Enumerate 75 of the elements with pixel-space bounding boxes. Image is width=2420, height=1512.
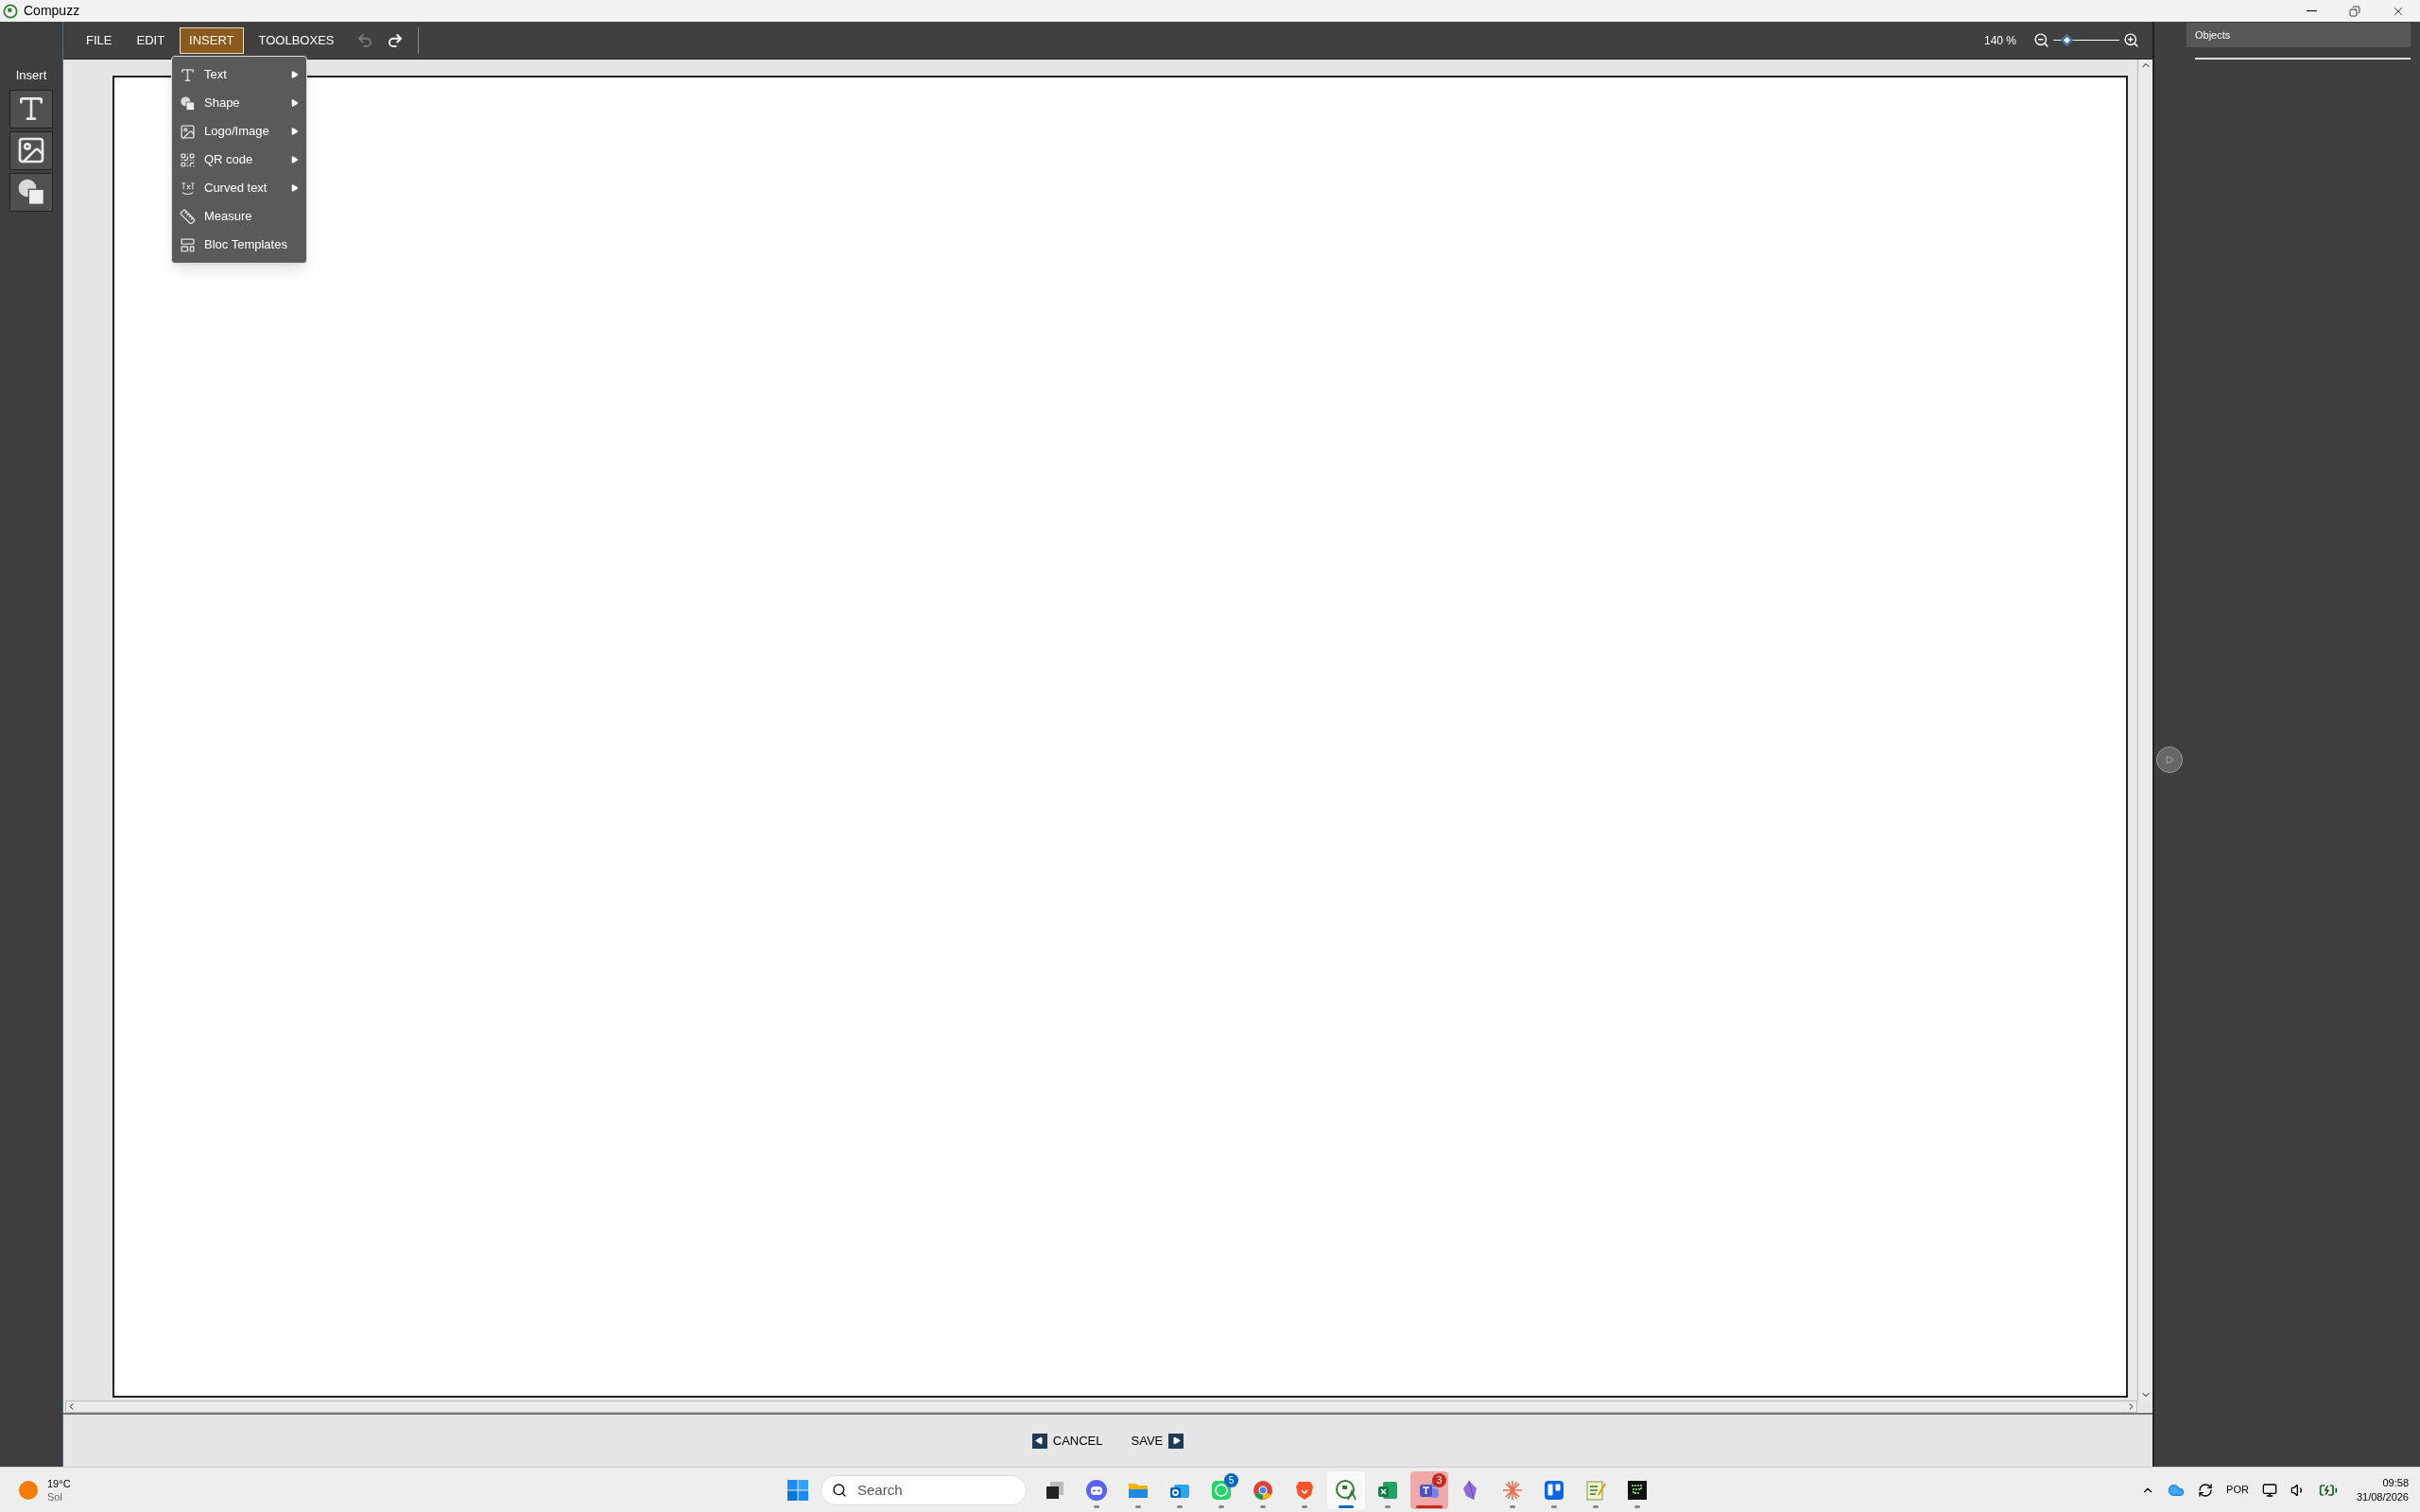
notepad-icon <box>1584 1478 1607 1502</box>
zoom-in-icon[interactable] <box>2123 32 2139 48</box>
language-indicator[interactable]: POR <box>2226 1482 2249 1498</box>
board-icon <box>1543 1478 1565 1502</box>
clock-time[interactable]: 09:58 <box>2382 1475 2409 1490</box>
tape-measure-icon <box>180 208 196 225</box>
starburst-icon <box>1501 1478 1524 1502</box>
insert-tool-button[interactable] <box>9 130 53 170</box>
insert-tool-button[interactable] <box>9 89 53 129</box>
running-indicator <box>1219 1504 1224 1508</box>
zoom-slider[interactable] <box>2053 34 2119 46</box>
menu-tab[interactable]: EDIT <box>127 26 175 54</box>
qr-code-icon <box>180 151 196 168</box>
running-indicator <box>1094 1504 1099 1508</box>
running-indicator <box>1135 1504 1141 1508</box>
running-indicator <box>1260 1504 1266 1508</box>
panel-title: Objects <box>2195 27 2231 43</box>
menu-tab[interactable]: TOOLBOXES <box>249 26 344 54</box>
shapes-icon <box>180 94 196 112</box>
terminal-icon <box>1626 1478 1649 1502</box>
running-indicator <box>1510 1504 1515 1508</box>
menu-tab[interactable]: INSERT <box>180 26 244 54</box>
cancel-button[interactable]: CANCEL <box>1031 1431 1103 1451</box>
image-icon <box>180 123 196 140</box>
curved-text-icon <box>180 180 196 197</box>
menu-item[interactable]: Bloc Templates <box>172 231 306 259</box>
menu-item[interactable]: Shape <box>172 89 306 117</box>
template-icon <box>180 236 196 253</box>
menu-item[interactable]: Measure <box>172 202 306 231</box>
sun-icon <box>19 1480 38 1500</box>
app-logo-icon <box>3 3 18 19</box>
temperature: 19°C <box>47 1476 71 1490</box>
alert-indicator <box>1416 1504 1443 1508</box>
zoom-out-icon[interactable] <box>2033 32 2049 48</box>
taskbar-app-button[interactable]: 5 <box>1202 1470 1240 1509</box>
menu-tab[interactable]: FILE <box>77 26 122 54</box>
notification-badge: 5 <box>1224 1472 1238 1487</box>
save-button[interactable]: SAVE <box>1131 1431 1184 1451</box>
restore-icon <box>2349 5 2360 17</box>
undo-icon <box>355 31 373 49</box>
menu-item[interactable]: Text <box>172 60 306 89</box>
insert-tool-button[interactable] <box>9 172 53 212</box>
shapes-icon <box>16 177 46 207</box>
vertical-scrollbar[interactable] <box>2137 60 2152 1400</box>
clock-date[interactable]: 31/08/2026 <box>2356 1489 2409 1504</box>
running-indicator <box>1302 1504 1307 1508</box>
expand-icon <box>2165 755 2174 765</box>
running-indicator <box>1551 1504 1557 1508</box>
sync-icon[interactable] <box>2198 1482 2214 1498</box>
sidebar-title: Insert <box>15 67 47 84</box>
taskbar-app-button[interactable]: 3 <box>1410 1470 1448 1509</box>
horizontal-scrollbar[interactable] <box>65 1400 2137 1413</box>
menu-item[interactable]: Curved text <box>172 174 306 202</box>
notification-badge: 3 <box>1432 1472 1446 1487</box>
browser-icon <box>1252 1478 1274 1502</box>
search-icon <box>832 1482 847 1498</box>
weather-condition: Sol <box>47 1489 63 1503</box>
image-icon <box>16 135 46 165</box>
network-icon[interactable] <box>2261 1482 2277 1498</box>
search-field[interactable]: Search <box>821 1474 1027 1505</box>
running-indicator <box>1593 1504 1599 1508</box>
chat-icon <box>1210 1478 1233 1502</box>
menu-item[interactable]: Logo/Image <box>172 117 306 146</box>
active-indicator <box>1339 1504 1354 1508</box>
windows-logo-icon <box>786 1478 809 1502</box>
running-indicator <box>1385 1504 1391 1508</box>
window-title: Compuzz <box>24 2 80 20</box>
panel-toggle-button[interactable] <box>2156 747 2183 773</box>
zoom-reading: 140 % <box>1983 32 2016 49</box>
menu-item[interactable]: QR code <box>172 146 306 174</box>
running-indicator <box>1634 1504 1640 1508</box>
text-icon <box>180 66 196 83</box>
running-indicator <box>1177 1504 1183 1508</box>
redo-icon <box>386 31 404 49</box>
minimize-icon <box>2306 10 2317 11</box>
